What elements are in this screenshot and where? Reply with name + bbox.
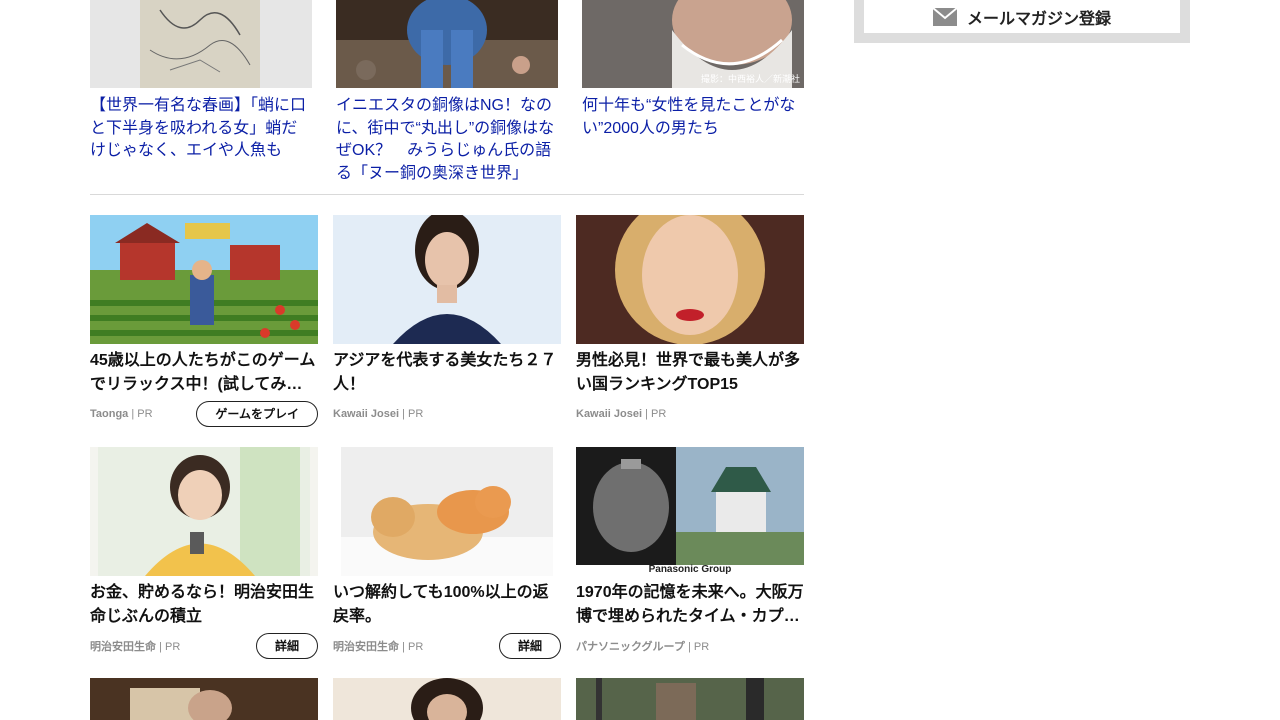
newsletter-signup-button[interactable]: メールマガジン登録 (864, 0, 1180, 33)
sponsored-thumb-partial[interactable] (90, 678, 318, 720)
photo-credit: 撮影：中西裕人／新潮社 (700, 74, 800, 84)
article-link-statue[interactable]: イニエスタの銅像はNG！なのに、街中で“丸出し”の銅像はなぜOK？ みうらじゅん… (336, 95, 558, 185)
sponsored-title[interactable]: いつ解約しても100%以上の返戻率。 (333, 581, 561, 629)
sponsored-thumb-savings (90, 447, 318, 576)
sponsored-title[interactable]: 1970年の記憶を未来へ。大阪万博で埋められたタイム・カプセル (576, 581, 804, 629)
sponsored-thumb-farm-game (90, 215, 318, 344)
sponsored-card[interactable]: Panasonic Group 1970年の記憶を未来へ。大阪万博で埋められたタ… (576, 447, 804, 659)
sponsored-source: Taonga | PR (90, 408, 153, 420)
play-game-button[interactable]: ゲームをプレイ (196, 401, 318, 427)
article-thumb-statue-image (336, 0, 558, 88)
details-button[interactable]: 詳細 (498, 633, 561, 659)
sponsored-card[interactable]: 45歳以上の人たちがこのゲームでリラックス中！(試してみて下さい) Taonga… (90, 215, 318, 427)
sponsored-thumb-time-capsule: Panasonic Group (576, 447, 804, 576)
details-button[interactable]: 詳細 (255, 633, 318, 659)
sponsored-card[interactable]: 男性必見！世界で最も美人が多い国ランキングTOP15 Kawaii Josei … (576, 215, 804, 427)
image-caption: Panasonic Group (648, 564, 732, 575)
sponsored-title[interactable]: アジアを代表する美女たち２７人！ (333, 349, 561, 397)
sponsored-source: 明治安田生命 | PR (90, 641, 181, 653)
sponsored-thumb-beauty-ranking (576, 215, 804, 344)
article-thumb-shunga[interactable] (90, 0, 312, 88)
article-thumb-shunga-image (140, 0, 260, 88)
sponsored-title[interactable]: 45歳以上の人たちがこのゲームでリラックス中！(試してみて下さい) (90, 349, 318, 397)
sponsored-source: Kawaii Josei | PR (333, 408, 424, 420)
sponsored-thumb-partial[interactable] (576, 678, 804, 720)
newsletter-label: メールマガジン登録 (966, 10, 1111, 28)
article-link-shunga[interactable]: 【世界一有名な春画】「蛸に口と下半身を吸われる女」蛸だけじゃなく、エイや人魚も (90, 95, 312, 163)
sponsored-thumb-pets (333, 447, 561, 576)
sponsored-source: 明治安田生命 | PR (333, 641, 424, 653)
sponsored-thumb-asian-beauty (333, 215, 561, 344)
sidebar-newsletter-box: メールマガジン登録 (854, 0, 1190, 43)
sponsored-card[interactable]: いつ解約しても100%以上の返戻率。 明治安田生命 | PR 詳細 (333, 447, 561, 659)
mail-icon (932, 7, 957, 26)
sponsored-card[interactable]: アジアを代表する美女たち２７人！ Kawaii Josei | PR (333, 215, 561, 427)
sponsored-thumb-partial[interactable] (333, 678, 561, 720)
sponsored-source: Kawaii Josei | PR (576, 408, 667, 420)
sponsored-title[interactable]: 男性必見！世界で最も美人が多い国ランキングTOP15 (576, 349, 804, 397)
article-thumb-statue[interactable] (336, 0, 558, 88)
article-thumb-portrait[interactable]: 撮影：中西裕人／新潮社 (582, 0, 804, 88)
sponsored-title[interactable]: お金、貯めるなら！明治安田生命じぶんの積立 (90, 581, 318, 629)
sponsored-card[interactable]: お金、貯めるなら！明治安田生命じぶんの積立 明治安田生命 | PR 詳細 (90, 447, 318, 659)
sponsored-source: パナソニックグループ | PR (576, 641, 710, 653)
article-link-men[interactable]: 何十年も“女性を見たことがない”2000人の男たち (582, 95, 804, 140)
section-divider (90, 194, 804, 195)
